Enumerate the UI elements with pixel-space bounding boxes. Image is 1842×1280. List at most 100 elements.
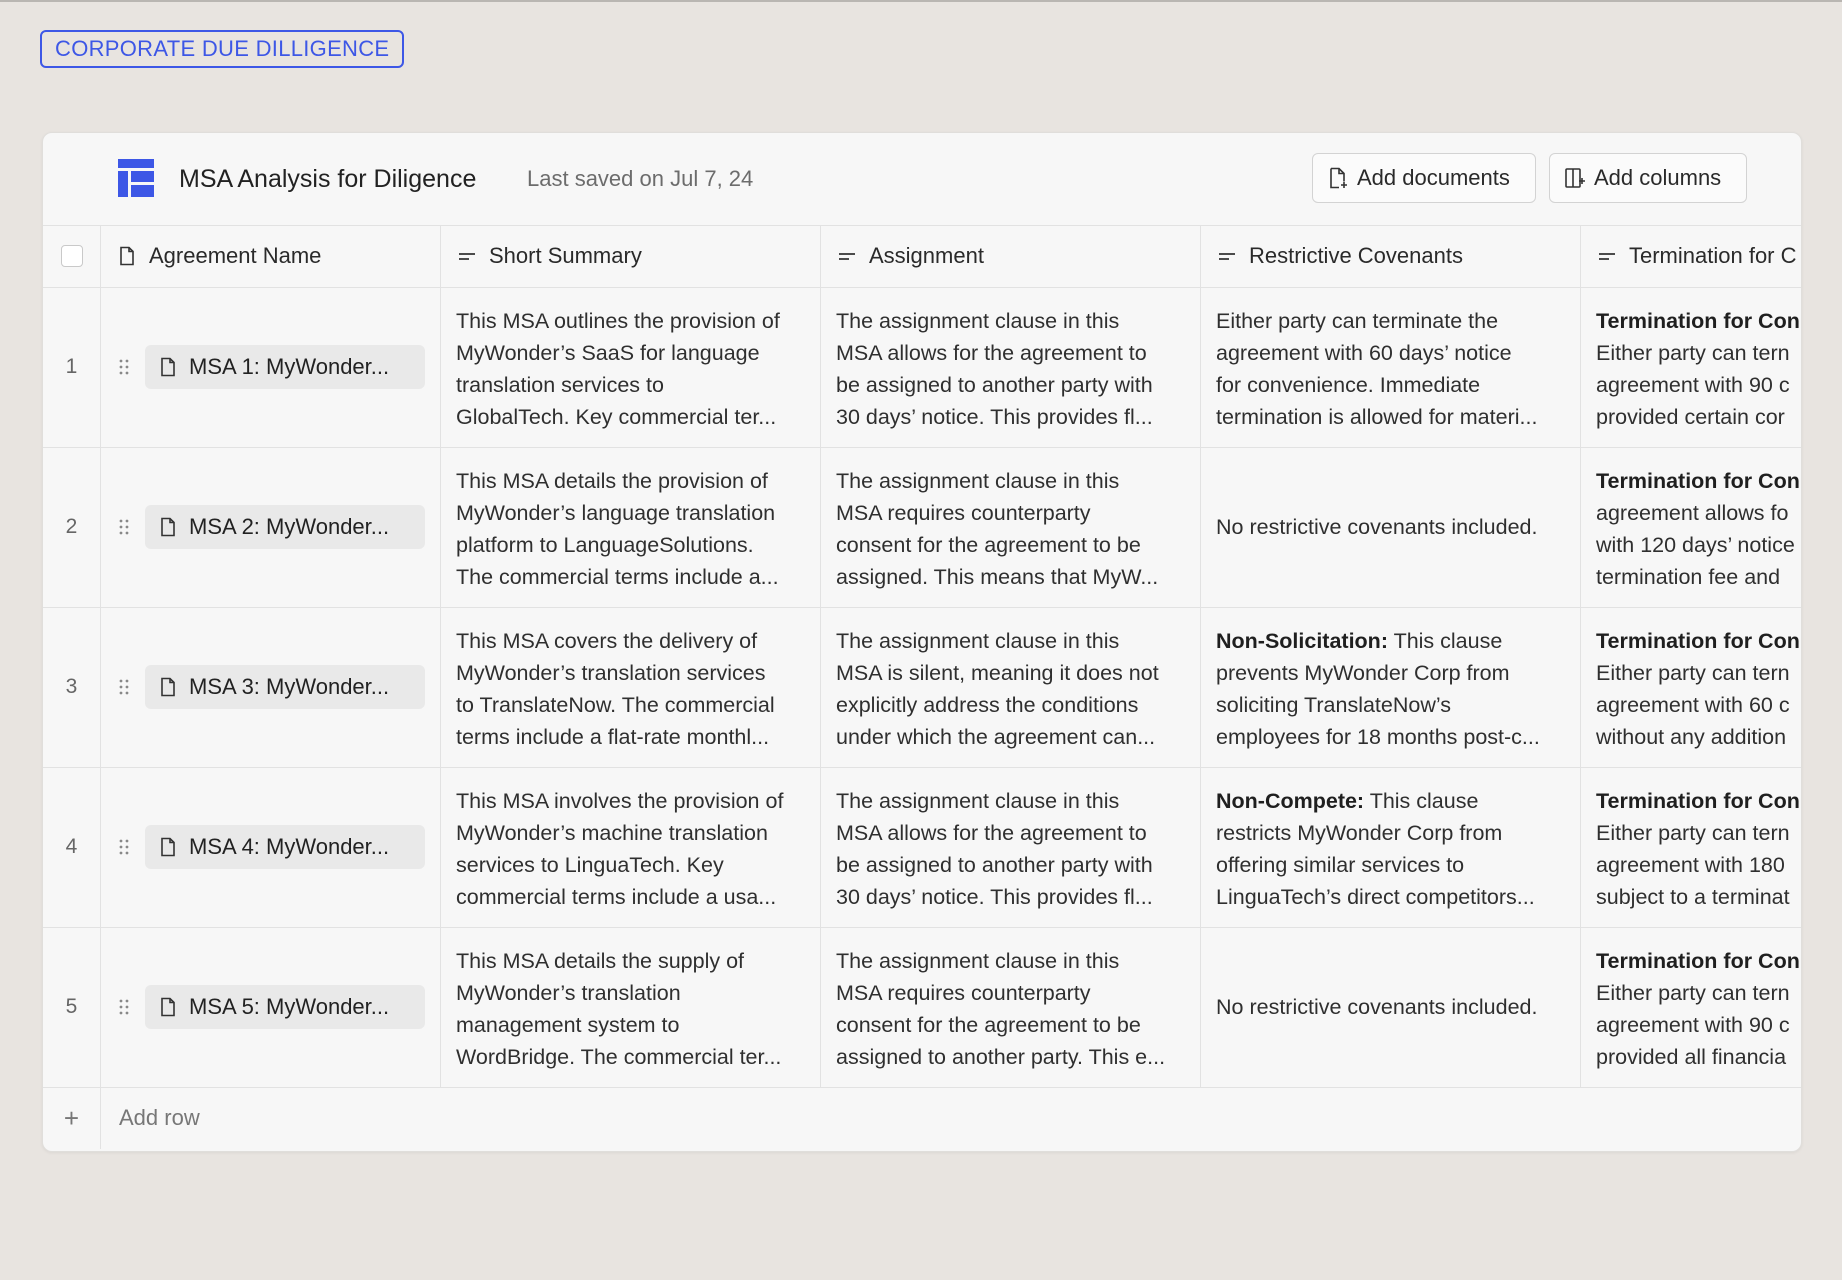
table-header-row: Agreement Name Short Summary Assignment …: [43, 225, 1801, 288]
table-row[interactable]: 5 MSA 5: MyWonder... This MSA details th…: [43, 927, 1801, 1088]
assignment-cell[interactable]: The assignment clause in this MSA requir…: [821, 927, 1201, 1087]
drag-handle-icon[interactable]: [119, 359, 129, 375]
last-saved-status: Last saved on Jul 7, 24: [527, 166, 754, 191]
agreement-name-cell: MSA 3: MyWonder...: [101, 607, 441, 767]
table-row[interactable]: 2 MSA 2: MyWonder... This MSA details th…: [43, 447, 1801, 608]
cell-text-line: without any addition: [1596, 725, 1787, 749]
agreement-name-cell: MSA 2: MyWonder...: [101, 447, 441, 607]
row-number: 4: [43, 767, 101, 927]
add-documents-button[interactable]: Add documents: [1312, 153, 1536, 203]
table-row[interactable]: 1 MSA 1: MyWonder... This MSA outlines t…: [43, 287, 1801, 448]
cell-text-line: agreement with 180: [1596, 853, 1785, 877]
add-row-button[interactable]: + Add row: [43, 1087, 1801, 1149]
cell-text-line: assigned to another party. This e...: [836, 1045, 1166, 1069]
termination-cell[interactable]: Termination for Con Either party can ter…: [1581, 767, 1801, 927]
cell-text-line: MyWonder’s translation: [456, 981, 681, 1005]
assignment-cell[interactable]: The assignment clause in this MSA requir…: [821, 447, 1201, 607]
termination-cell[interactable]: Termination for Con Either party can ter…: [1581, 287, 1801, 447]
restrictive-covenants-cell[interactable]: Non-Solicitation: This clause prevents M…: [1201, 607, 1581, 767]
cell-text-line: The assignment clause in this: [836, 789, 1120, 813]
cell-text-line: Either party can tern: [1596, 981, 1790, 1005]
short-summary-cell[interactable]: This MSA covers the delivery of MyWonder…: [441, 607, 821, 767]
column-header-termination[interactable]: Termination for C: [1581, 225, 1801, 287]
drag-handle-icon[interactable]: [119, 839, 129, 855]
table-row[interactable]: 4 MSA 4: MyWonder... This MSA involves t…: [43, 767, 1801, 928]
text-lines-icon: [459, 253, 475, 260]
agreement-name: MSA 3: MyWonder...: [189, 674, 390, 699]
cell-text-line: agreement with 90 c: [1596, 373, 1790, 397]
assignment-cell[interactable]: The assignment clause in this MSA allows…: [821, 287, 1201, 447]
cell-text-line: restricts MyWonder Corp from: [1216, 821, 1503, 845]
assignment-cell[interactable]: The assignment clause in this MSA allows…: [821, 767, 1201, 927]
add-documents-label: Add documents: [1357, 165, 1510, 190]
document-icon: [161, 677, 175, 697]
row-number: 1: [43, 287, 101, 447]
project-tag[interactable]: CORPORATE DUE DILLIGENCE: [40, 30, 405, 68]
select-all-checkbox[interactable]: [60, 245, 83, 267]
cell-text-line: Either party can tern: [1596, 821, 1790, 845]
restrictive-covenants-cell[interactable]: No restrictive covenants included.: [1201, 927, 1581, 1087]
cell-text-line: under which the agreement can...: [836, 725, 1156, 749]
termination-cell[interactable]: Termination for Con agreement allows fo …: [1581, 447, 1801, 607]
agreement-document-chip[interactable]: MSA 3: MyWonder...: [145, 665, 425, 709]
text-lines-icon: [1599, 253, 1615, 260]
document-icon: [161, 517, 175, 537]
drag-handle-icon[interactable]: [119, 999, 129, 1015]
agreement-name: MSA 4: MyWonder...: [189, 834, 390, 859]
column-header-agreement-name[interactable]: Agreement Name: [101, 225, 441, 287]
short-summary-cell[interactable]: This MSA details the provision of MyWond…: [441, 447, 821, 607]
agreement-name: MSA 2: MyWonder...: [189, 514, 390, 539]
select-all-cell: [43, 225, 101, 287]
cell-text-line: agreement with 90 c: [1596, 1013, 1790, 1037]
termination-cell[interactable]: Termination for Con Either party can ter…: [1581, 607, 1801, 767]
short-summary-cell[interactable]: This MSA outlines the provision of MyWon…: [441, 287, 821, 447]
column-header-label: Agreement Name: [149, 243, 322, 268]
column-header-assignment[interactable]: Assignment: [821, 225, 1201, 287]
column-header-restrictive-covenants[interactable]: Restrictive Covenants: [1201, 225, 1581, 287]
restrictive-covenants-cell[interactable]: Either party can terminate the agreement…: [1201, 287, 1581, 447]
cell-text-line: commercial terms include a usa...: [456, 885, 777, 909]
cell-text-line: agreement allows fo: [1596, 501, 1789, 525]
cell-text-line: MyWonder’s language translation: [456, 501, 776, 525]
cell-text-line: consent for the agreement to be: [836, 1013, 1141, 1037]
cell-text-line: services to LinguaTech. Key: [456, 853, 724, 877]
cell-text-line: The assignment clause in this: [836, 469, 1120, 493]
cell-text-line: This clause: [1364, 789, 1479, 813]
agreement-document-chip[interactable]: MSA 4: MyWonder...: [145, 825, 425, 869]
agreement-document-chip[interactable]: MSA 1: MyWonder...: [145, 345, 425, 389]
cell-text-line: This MSA details the supply of: [456, 949, 745, 973]
termination-cell[interactable]: Termination for Con Either party can ter…: [1581, 927, 1801, 1087]
termination-heading: Termination for Con: [1596, 309, 1800, 333]
cell-text-line: be assigned to another party with: [836, 853, 1153, 877]
cell-text-line: termination is allowed for materi...: [1216, 405, 1538, 429]
cell-text-line: The commercial terms include a...: [456, 565, 779, 589]
document-icon: [161, 837, 175, 857]
agreement-document-chip[interactable]: MSA 5: MyWonder...: [145, 985, 425, 1029]
restrictive-covenants-cell[interactable]: No restrictive covenants included.: [1201, 447, 1581, 607]
agreement-name-cell: MSA 4: MyWonder...: [101, 767, 441, 927]
document-icon: [161, 357, 175, 377]
document-icon: [120, 246, 134, 266]
add-column-icon: [1565, 168, 1585, 188]
cell-text-line: with 120 days’ notice: [1596, 533, 1795, 557]
add-columns-button[interactable]: Add columns: [1549, 153, 1747, 203]
column-header-short-summary[interactable]: Short Summary: [441, 225, 821, 287]
short-summary-cell[interactable]: This MSA involves the provision of MyWon…: [441, 767, 821, 927]
cell-text-line: to TranslateNow. The commercial: [456, 693, 775, 717]
drag-handle-icon[interactable]: [119, 519, 129, 535]
table-row[interactable]: 3 MSA 3: MyWonder... This MSA covers the…: [43, 607, 1801, 768]
cell-text-line: agreement with 60 days’ notice: [1216, 341, 1512, 365]
short-summary-cell[interactable]: This MSA details the supply of MyWonder’…: [441, 927, 821, 1087]
cell-text-line: MSA allows for the agreement to: [836, 821, 1147, 845]
cell-text-line: GlobalTech. Key commercial ter...: [456, 405, 777, 429]
cell-text-line: provided all financia: [1596, 1045, 1787, 1069]
cell-text-line: The assignment clause in this: [836, 949, 1120, 973]
row-number: 3: [43, 607, 101, 767]
agreement-document-chip[interactable]: MSA 2: MyWonder...: [145, 505, 425, 549]
termination-heading: Termination for Con: [1596, 469, 1800, 493]
termination-heading: Termination for Con: [1596, 789, 1800, 813]
restrictive-covenants-cell[interactable]: Non-Compete: This clause restricts MyWon…: [1201, 767, 1581, 927]
covenant-type: Non-Compete:: [1216, 789, 1365, 813]
assignment-cell[interactable]: The assignment clause in this MSA is sil…: [821, 607, 1201, 767]
drag-handle-icon[interactable]: [119, 679, 129, 695]
